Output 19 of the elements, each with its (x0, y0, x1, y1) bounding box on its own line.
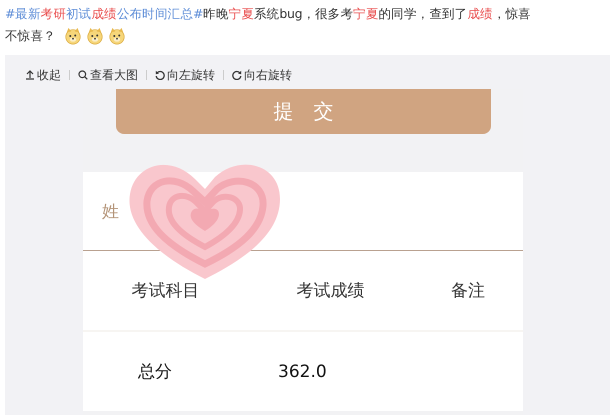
dog-emoji-icon (108, 27, 126, 45)
column-header: 考试成绩 (296, 280, 366, 302)
table-cell-text: 362.0 (277, 362, 328, 382)
toolbar-button[interactable]: 向左旋转 (155, 66, 215, 84)
column-header: 考试科目 (130, 280, 200, 302)
dog-emoji-icon (86, 27, 104, 45)
collapse-arrow-icon (25, 70, 35, 80)
toolbar-button[interactable]: 查看大图 (78, 66, 138, 84)
toolbar-button[interactable]: 收起 (25, 66, 61, 84)
post-text-line: 不惊喜？ (5, 27, 56, 45)
post-text-line: #最新考研初试成绩公布时间汇总#昨晚宁夏系统bug，很多考宁夏的同学，查到了 成绩，惊喜 (5, 5, 531, 23)
column-header: 备注 (450, 280, 486, 302)
table-cell-text: 总分 (137, 361, 173, 383)
rotate-left-icon (155, 70, 165, 80)
dog-emoji-icon (64, 27, 82, 45)
name-label: 姓 (102, 200, 119, 222)
search-icon (78, 70, 88, 80)
rotate-right-icon (232, 70, 242, 80)
toolbar-button[interactable]: 向右旋转 (232, 66, 292, 84)
